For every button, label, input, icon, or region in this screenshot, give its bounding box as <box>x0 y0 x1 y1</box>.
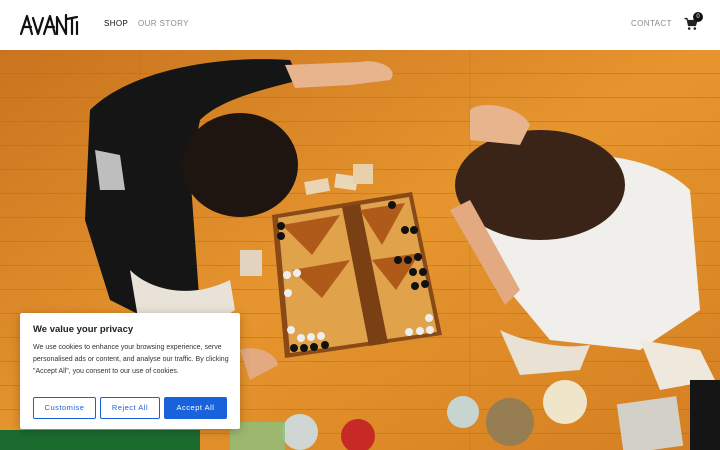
customise-button[interactable]: Customise <box>33 397 96 419</box>
nav-contact-link[interactable]: CONTACT <box>631 19 672 28</box>
avanti-logo[interactable] <box>19 10 79 38</box>
nav-our-story-link[interactable]: OUR STORY <box>138 19 189 28</box>
cookie-consent-banner: We value your privacy We use cookies to … <box>20 313 240 429</box>
backgammon-board <box>272 192 442 358</box>
reject-all-button[interactable]: Reject All <box>100 397 160 419</box>
accept-all-button[interactable]: Accept All <box>164 397 227 419</box>
cookie-banner-text: We use cookies to enhance your browsing … <box>33 344 229 375</box>
cookie-banner-title: We value your privacy <box>33 324 134 335</box>
nav-shop-link[interactable]: SHOP <box>104 19 128 28</box>
cart-count-badge: 0 <box>693 12 703 22</box>
site-header: SHOP OUR STORY CONTACT 0 <box>0 0 720 50</box>
